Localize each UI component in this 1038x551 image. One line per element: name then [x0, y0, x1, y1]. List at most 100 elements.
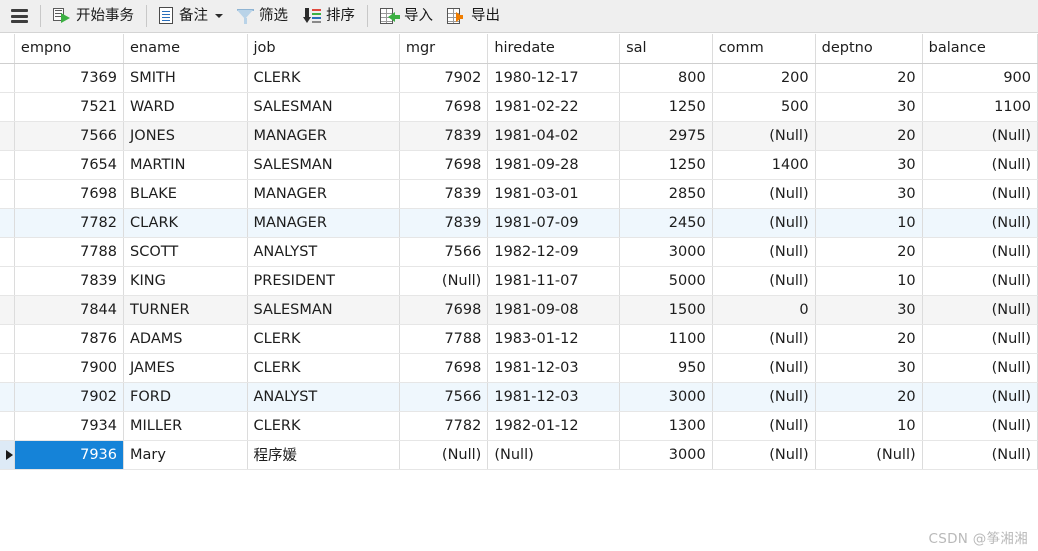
sort-button[interactable]: 排序	[295, 3, 362, 30]
cell-empno[interactable]: 7839	[14, 266, 125, 296]
cell-ename[interactable]: ADAMS	[123, 324, 248, 354]
cell-comm[interactable]: (Null)	[712, 324, 816, 354]
chevron-down-icon[interactable]	[215, 14, 223, 18]
cell-empno[interactable]: 7844	[14, 295, 125, 325]
cell-hiredate[interactable]: 1983-01-12	[487, 324, 621, 354]
cell-ename[interactable]: MARTIN	[123, 150, 248, 180]
cell-hiredate[interactable]: (Null)	[487, 440, 621, 470]
cell-hiredate[interactable]: 1981-03-01	[487, 179, 621, 209]
cell-job[interactable]: SALESMAN	[247, 295, 400, 325]
cell-deptno[interactable]: 30	[815, 92, 923, 122]
export-button[interactable]: 导出	[440, 3, 507, 30]
cell-balance[interactable]: 1100	[922, 92, 1038, 122]
cell-deptno[interactable]: 10	[815, 266, 923, 296]
import-button[interactable]: 导入	[373, 3, 440, 30]
cell-sal[interactable]: 2450	[619, 208, 713, 238]
column-header-empno[interactable]: empno	[14, 34, 125, 64]
cell-deptno[interactable]: (Null)	[815, 440, 923, 470]
table-row[interactable]: 7369 SMITH CLERK 7902 1980-12-17 800 200 20 900	[0, 63, 1038, 93]
column-header-job[interactable]: job	[247, 34, 400, 64]
cell-balance[interactable]: (Null)	[922, 121, 1038, 151]
cell-sal[interactable]: 2850	[619, 179, 713, 209]
cell-comm[interactable]: 0	[712, 295, 816, 325]
cell-deptno[interactable]: 30	[815, 353, 923, 383]
row-indicator[interactable]	[0, 208, 15, 238]
cell-comm[interactable]: (Null)	[712, 440, 816, 470]
cell-hiredate[interactable]: 1980-12-17	[487, 63, 621, 93]
cell-job[interactable]: PRESIDENT	[247, 266, 400, 296]
cell-comm[interactable]: 1400	[712, 150, 816, 180]
cell-sal[interactable]: 5000	[619, 266, 713, 296]
row-indicator[interactable]	[0, 266, 15, 296]
cell-mgr[interactable]: 7698	[399, 353, 489, 383]
cell-empno[interactable]: 7369	[14, 63, 125, 93]
cell-mgr[interactable]: 7698	[399, 295, 489, 325]
row-indicator[interactable]	[0, 63, 15, 93]
table-row[interactable]: 7936 Mary 程序媛 (Null) (Null) 3000 (Null) (Null)(…	[0, 440, 1038, 470]
cell-hiredate[interactable]: 1981-04-02	[487, 121, 621, 151]
cell-mgr[interactable]: (Null)	[399, 440, 489, 470]
cell-sal[interactable]: 2975	[619, 121, 713, 151]
cell-job[interactable]: CLERK	[247, 353, 400, 383]
cell-job[interactable]: SALESMAN	[247, 92, 400, 122]
cell-deptno[interactable]: 10	[815, 208, 923, 238]
cell-comm[interactable]: 500	[712, 92, 816, 122]
cell-mgr[interactable]: 7566	[399, 382, 489, 412]
column-header-deptno[interactable]: deptno	[815, 34, 923, 64]
cell-job[interactable]: ANALYST	[247, 382, 400, 412]
table-row[interactable]: 7566 JONES MANAGER 7839 1981-04-02 2975 (Null)…	[0, 121, 1038, 151]
cell-hiredate[interactable]: 1981-12-03	[487, 382, 621, 412]
table-row[interactable]: 7844 TURNER SALESMAN 7698 1981-09-08 1500 0 30(…	[0, 295, 1038, 325]
filter-button[interactable]: 筛选	[230, 3, 295, 30]
cell-hiredate[interactable]: 1982-12-09	[487, 237, 621, 267]
cell-mgr[interactable]: 7566	[399, 237, 489, 267]
column-header-sal[interactable]: sal	[619, 34, 713, 64]
cell-sal[interactable]: 800	[619, 63, 713, 93]
cell-empno[interactable]: 7900	[14, 353, 125, 383]
cell-deptno[interactable]: 20	[815, 63, 923, 93]
column-header-ename[interactable]: ename	[123, 34, 248, 64]
cell-sal[interactable]: 3000	[619, 237, 713, 267]
cell-empno[interactable]: 7698	[14, 179, 125, 209]
cell-deptno[interactable]: 30	[815, 179, 923, 209]
cell-sal[interactable]: 1100	[619, 324, 713, 354]
column-header-hiredate[interactable]: hiredate	[487, 34, 621, 64]
table-row[interactable]: 7698 BLAKE MANAGER 7839 1981-03-01 2850 (Null)…	[0, 179, 1038, 209]
row-indicator[interactable]	[0, 92, 15, 122]
cell-job[interactable]: CLERK	[247, 63, 400, 93]
column-header-comm[interactable]: comm	[712, 34, 816, 64]
row-indicator[interactable]	[0, 440, 15, 470]
cell-sal[interactable]: 3000	[619, 382, 713, 412]
cell-sal[interactable]: 1250	[619, 150, 713, 180]
cell-empno[interactable]: 7934	[14, 411, 125, 441]
cell-balance[interactable]: (Null)	[922, 353, 1038, 383]
cell-comm[interactable]: (Null)	[712, 382, 816, 412]
cell-ename[interactable]: CLARK	[123, 208, 248, 238]
cell-deptno[interactable]: 20	[815, 237, 923, 267]
cell-ename[interactable]: WARD	[123, 92, 248, 122]
row-indicator[interactable]	[0, 179, 15, 209]
cell-ename[interactable]: JAMES	[123, 353, 248, 383]
cell-balance[interactable]: (Null)	[922, 237, 1038, 267]
cell-hiredate[interactable]: 1981-07-09	[487, 208, 621, 238]
cell-comm[interactable]: (Null)	[712, 237, 816, 267]
cell-balance[interactable]: (Null)	[922, 324, 1038, 354]
cell-sal[interactable]: 950	[619, 353, 713, 383]
cell-job[interactable]: MANAGER	[247, 121, 400, 151]
cell-ename[interactable]: KING	[123, 266, 248, 296]
cell-mgr[interactable]: 7698	[399, 92, 489, 122]
cell-ename[interactable]: JONES	[123, 121, 248, 151]
cell-ename[interactable]: FORD	[123, 382, 248, 412]
row-indicator[interactable]	[0, 237, 15, 267]
row-indicator[interactable]	[0, 121, 15, 151]
cell-deptno[interactable]: 30	[815, 150, 923, 180]
cell-sal[interactable]: 1500	[619, 295, 713, 325]
table-row[interactable]: 7521 WARD SALESMAN 7698 1981-02-22 1250 500 30 1…	[0, 92, 1038, 122]
cell-mgr[interactable]: (Null)	[399, 266, 489, 296]
cell-balance[interactable]: (Null)	[922, 382, 1038, 412]
memo-button[interactable]: 备注	[152, 3, 230, 30]
cell-empno[interactable]: 7782	[14, 208, 125, 238]
cell-job[interactable]: MANAGER	[247, 208, 400, 238]
cell-empno[interactable]: 7521	[14, 92, 125, 122]
cell-mgr[interactable]: 7839	[399, 121, 489, 151]
